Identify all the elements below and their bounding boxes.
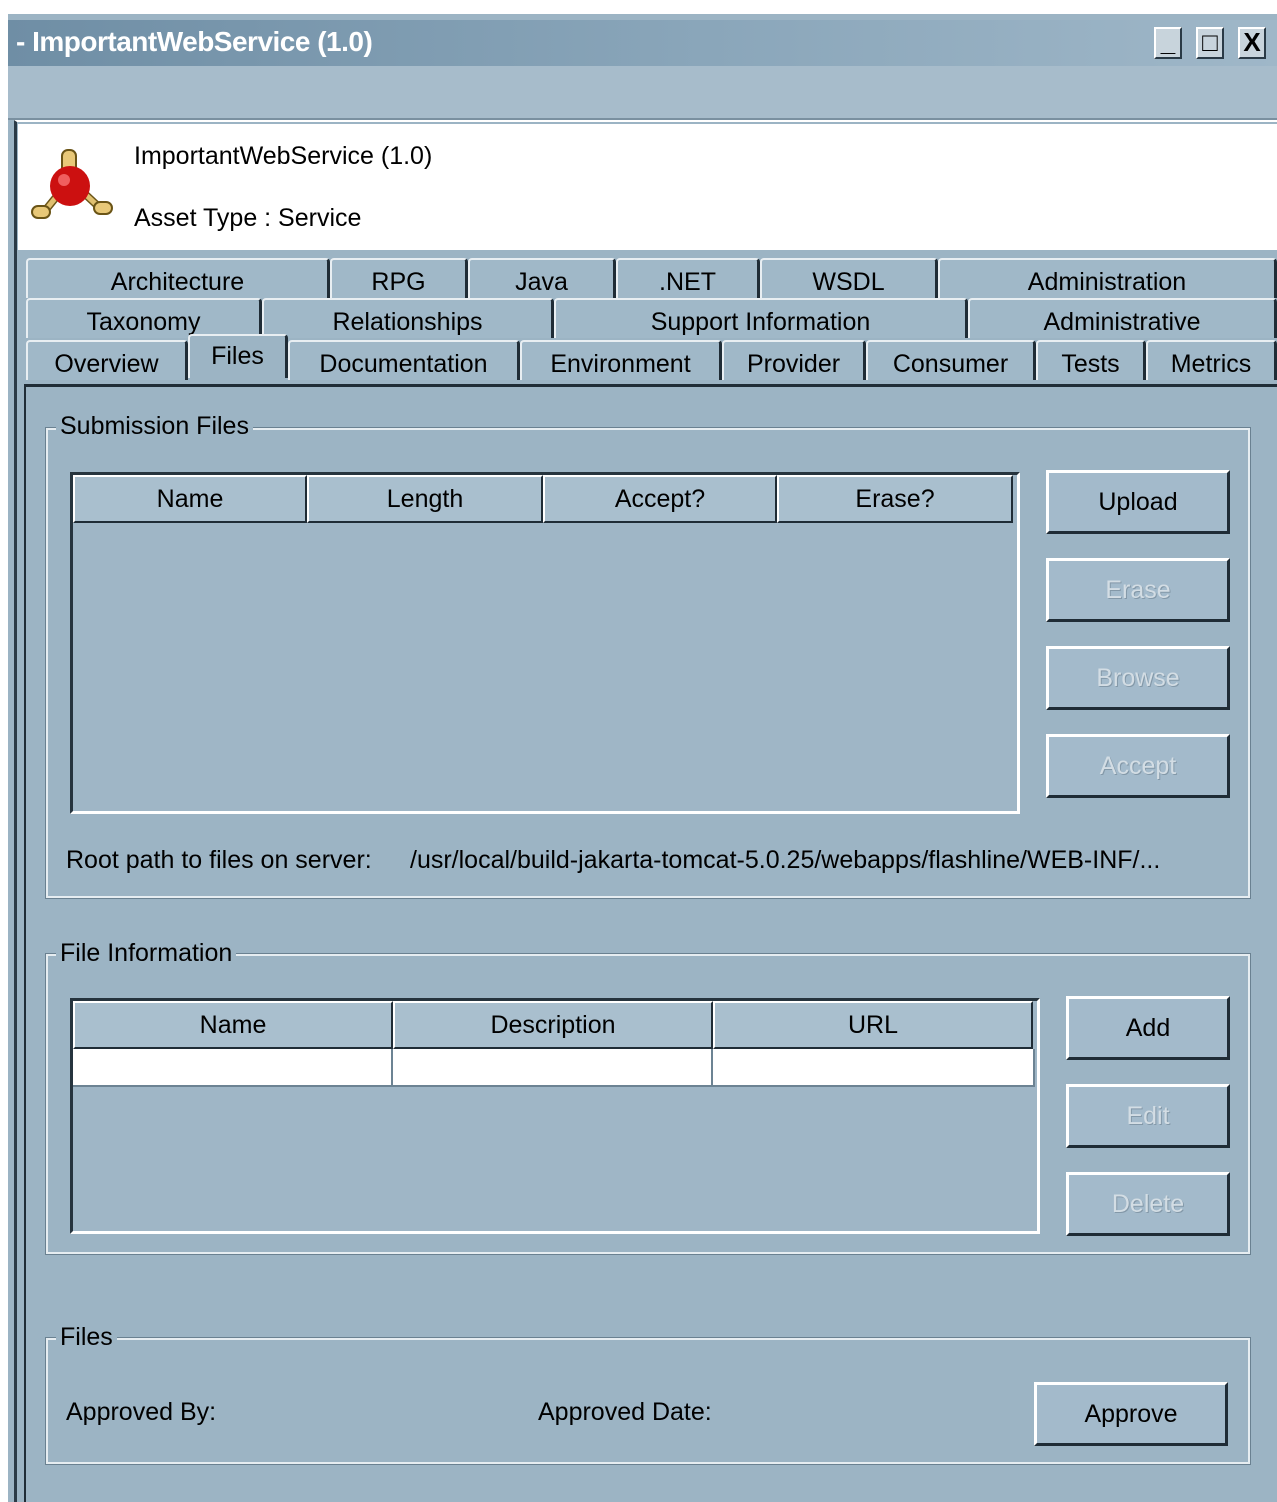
browse-button[interactable]: Browse bbox=[1046, 646, 1230, 710]
approved-by-label: Approved By: bbox=[66, 1398, 217, 1426]
tab-administration[interactable]: Administration bbox=[938, 258, 1277, 298]
file-information-title: File Information bbox=[56, 939, 237, 968]
maximize-button[interactable]: □ bbox=[1196, 27, 1224, 59]
asset-name: ImportantWebService (1.0) bbox=[134, 142, 433, 170]
delete-button[interactable]: Delete bbox=[1066, 1172, 1230, 1236]
tab-consumer[interactable]: Consumer bbox=[866, 340, 1036, 380]
asset-type: Asset Type : Service bbox=[134, 204, 362, 232]
approved-date-label: Approved Date: bbox=[538, 1398, 712, 1426]
column-header-erase[interactable]: Erase? bbox=[777, 475, 1013, 523]
service-molecule-icon bbox=[30, 146, 114, 230]
tab-support-information[interactable]: Support Information bbox=[554, 298, 968, 338]
tab-relationships[interactable]: Relationships bbox=[262, 298, 554, 338]
column-header-name[interactable]: Name bbox=[73, 475, 307, 523]
column-header-accept[interactable]: Accept? bbox=[543, 475, 777, 523]
approve-button[interactable]: Approve bbox=[1034, 1382, 1228, 1446]
tab-taxonomy[interactable]: Taxonomy bbox=[26, 298, 262, 338]
column-header-description[interactable]: Description bbox=[393, 1001, 713, 1049]
submission-files-title: Submission Files bbox=[56, 412, 253, 441]
erase-button[interactable]: Erase bbox=[1046, 558, 1230, 622]
tab-rpg[interactable]: RPG bbox=[330, 258, 468, 298]
tab-provider[interactable]: Provider bbox=[722, 340, 866, 380]
submission-files-table[interactable] bbox=[70, 472, 1020, 814]
column-header-url[interactable]: URL bbox=[713, 1001, 1033, 1049]
tab-dotnet[interactable]: .NET bbox=[616, 258, 760, 298]
tab-overview[interactable]: Overview bbox=[26, 340, 188, 380]
column-header-name[interactable]: Name bbox=[73, 1001, 393, 1049]
root-path-label: Root path to files on server: bbox=[66, 846, 372, 874]
root-path-value: /usr/local/build-jakarta-tomcat-5.0.25/w… bbox=[410, 846, 1161, 874]
minimize-button[interactable]: _ bbox=[1154, 27, 1182, 59]
upload-button[interactable]: Upload bbox=[1046, 470, 1230, 534]
add-button[interactable]: Add bbox=[1066, 996, 1230, 1060]
tab-administrative[interactable]: Administrative bbox=[968, 298, 1277, 338]
tab-wsdl[interactable]: WSDL bbox=[760, 258, 938, 298]
files-approval-title: Files bbox=[56, 1323, 117, 1352]
window-title: - ImportantWebService (1.0) bbox=[16, 26, 373, 57]
table-cell-description[interactable] bbox=[393, 1049, 713, 1087]
tab-documentation[interactable]: Documentation bbox=[288, 340, 520, 380]
column-header-length[interactable]: Length bbox=[307, 475, 543, 523]
tab-files[interactable]: Files bbox=[188, 334, 288, 378]
tab-architecture[interactable]: Architecture bbox=[26, 258, 330, 298]
table-cell-name[interactable] bbox=[73, 1049, 393, 1087]
menu-bar bbox=[8, 66, 1277, 120]
tab-metrics[interactable]: Metrics bbox=[1146, 340, 1277, 380]
accept-button[interactable]: Accept bbox=[1046, 734, 1230, 798]
edit-button[interactable]: Edit bbox=[1066, 1084, 1230, 1148]
close-button[interactable]: X bbox=[1238, 27, 1266, 59]
tab-environment[interactable]: Environment bbox=[520, 340, 722, 380]
tab-java[interactable]: Java bbox=[468, 258, 616, 298]
tab-tests[interactable]: Tests bbox=[1036, 340, 1146, 380]
table-cell-url[interactable] bbox=[713, 1049, 1035, 1087]
